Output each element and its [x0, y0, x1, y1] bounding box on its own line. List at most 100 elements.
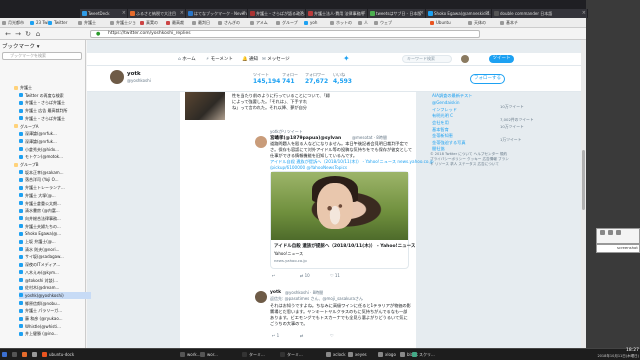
bookmark-item[interactable]: 真実の — [140, 19, 158, 27]
tweet-photo[interactable] — [185, 92, 225, 120]
sidebar-item[interactable]: 弁護士夫婦たちの... — [19, 223, 91, 230]
back-button[interactable]: ← — [4, 30, 12, 38]
taskbar-item[interactable]: ubuntu-dock — [42, 350, 74, 359]
card-title[interactable]: アイドル自殺 遺族が提訴へ（2018/10/11(木)） - Yahoo!ニュー… — [274, 243, 415, 249]
sidebar-item[interactable]: 弁護士 — [14, 84, 86, 91]
sidebar-item[interactable]: 深澤論(@nrfuk... — [19, 138, 91, 145]
tab[interactable]: はてなブックマーク - Neverw... × — [186, 9, 248, 18]
sidebar-item[interactable]: モトケン(@motok... — [19, 153, 91, 160]
close-icon[interactable]: × — [420, 9, 424, 18]
sidebar-item[interactable]: Shoko Egawa(@... — [19, 230, 91, 237]
retweet-icon[interactable]: ⇄ — [300, 333, 303, 338]
sidebar-item[interactable]: 弁護士 パラリーガ... — [19, 307, 91, 314]
taskbar-item[interactable]: xlogo — [378, 350, 396, 359]
retweet-icon[interactable]: ⇄ 10 — [300, 273, 310, 278]
sidebar-heading[interactable]: ブックマーク ▾ — [2, 42, 40, 50]
sidebar-item[interactable]: 佐村木(@dream... — [19, 284, 91, 291]
bookmark-item[interactable]: 最判日 — [192, 19, 210, 27]
bookmark-item[interactable]: 人 — [358, 19, 368, 27]
profile-stat[interactable]: フォロワー 27,672 — [305, 72, 328, 85]
tab[interactable]: 弁護士法人·費用 法律事務所 × — [306, 9, 368, 18]
bookmark-item[interactable]: 弁護士 — [78, 19, 96, 27]
bookmark-item[interactable]: ホットの — [330, 19, 352, 27]
trend-link[interactable]: 有明光明 C — [432, 113, 453, 119]
bookmark-item[interactable]: 基本チ — [500, 19, 518, 27]
bookmark-item[interactable]: Twitter — [48, 19, 67, 27]
profile-stat[interactable]: フォロー 741 — [282, 72, 298, 85]
sidebar-item[interactable]: 井上健勝 (@ino... — [19, 330, 91, 337]
trend-link[interactable]: AIA調査の最新テスト — [432, 93, 472, 99]
sidebar-item[interactable]: 弁護士 広告 最高裁判所 — [19, 107, 91, 114]
reply-icon[interactable]: ↩ 1 — [272, 333, 279, 338]
profile-stat[interactable]: ツイート 145,194 — [253, 72, 280, 85]
sidebar-item[interactable]: 弁護士トレーランナ... — [19, 184, 91, 191]
trend-link[interactable]: 会社を用 — [432, 120, 449, 126]
sidebar-item[interactable]: グループB — [14, 161, 86, 168]
sidebar-item[interactable]: サイ坂(@sadagaw... — [19, 253, 91, 260]
sidebar-item[interactable]: 落合洋司 (Yoji O... — [19, 176, 91, 183]
tweet-button[interactable]: ツイート — [489, 55, 514, 63]
tab[interactable]: double commander 日本語 × — [492, 9, 588, 18]
sidebar-item[interactable]: 弁護士 大塚(@... — [19, 192, 91, 199]
tab[interactable]: tweetsはサブ日 - 日本版 × — [368, 9, 426, 18]
taskbar-item[interactable] — [2, 350, 9, 359]
trend-link[interactable]: 金帯新知恵 — [432, 133, 453, 139]
sidebar-item[interactable]: Twitter の再度な検索 — [19, 92, 91, 99]
trend-link[interactable]: 間社協 — [432, 146, 445, 152]
bookmark-item[interactable]: ウェブ — [374, 19, 392, 27]
bookmark-item[interactable]: さんぎの — [218, 19, 240, 27]
sidebar-item[interactable]: 清水 則夫(@nori... — [19, 246, 91, 253]
sidebar-item[interactable]: 弁護士・さらば弁護士 — [19, 99, 91, 106]
bookmark-item[interactable]: 最高裁 — [166, 19, 184, 27]
sidebar-item[interactable]: 深夜のITメディア... — [19, 261, 91, 268]
bookmark-item[interactable]: 月光都市 — [2, 19, 24, 27]
close-icon[interactable]: × — [300, 9, 304, 18]
sidebar-item[interactable]: 清水書房 (@内富... — [19, 207, 91, 214]
sidebar-item[interactable]: @tokoshi 対談(... — [19, 277, 91, 284]
bookmark-item[interactable]: 弁護士ジョ — [110, 19, 136, 27]
sidebar-item[interactable]: 坂本正幸(@sakam... — [19, 169, 91, 176]
tab[interactable]: ふるさと納税で大注目 × — [128, 9, 186, 18]
bookmark-item[interactable]: yoh — [304, 19, 317, 27]
sidebar-item[interactable]: yoshk(@yoshkoshi) — [19, 291, 91, 299]
profile-stat[interactable]: いいね 4,593 — [333, 72, 352, 85]
taskbar-item[interactable] — [32, 350, 39, 359]
close-icon[interactable]: × — [242, 9, 246, 18]
twitter-nav-lightning[interactable]: ⚡ モーメント — [206, 56, 233, 62]
avatar[interactable] — [255, 291, 267, 303]
avatar[interactable] — [461, 55, 469, 63]
sidebar-item[interactable]: 郷原信郎(@nobu... — [19, 300, 91, 307]
twitter-nav-bell[interactable]: 🔔 通知 — [242, 56, 258, 62]
profile-avatar[interactable] — [110, 70, 124, 84]
forward-button[interactable]: → — [14, 30, 22, 38]
twitter-nav-mail[interactable]: ✉ メッセージ — [262, 56, 290, 62]
sidebar-item[interactable]: 上坂 弁護士(@... — [19, 238, 91, 245]
tab[interactable]: TweetDeck × — [80, 9, 128, 18]
footer-links[interactable]: © 2018 Twitter について ヘルプセンター 規約 プライバシーポリシ… — [430, 152, 510, 167]
reply-to[interactable]: 返信先: @pasotimes さん、@moji_sasakuraさん — [270, 296, 363, 302]
follow-button[interactable]: フォローする — [470, 74, 505, 84]
url-text[interactable]: https://twitter.com/yoshkoshi_replies — [108, 31, 191, 36]
sidebar-item[interactable]: 八木えみ(@kym... — [19, 269, 91, 276]
bookmark-item[interactable]: Ubuntu — [430, 19, 451, 27]
tab[interactable]: Shoko Egawa(@amneskidid... × — [426, 9, 492, 18]
reload-button[interactable]: ↻ — [24, 30, 32, 38]
close-icon[interactable]: × — [486, 9, 490, 18]
taskbar-item[interactable]: wor... — [200, 350, 218, 359]
tab[interactable]: 弁護士・さらばが語る政治... × — [248, 9, 306, 18]
sidebar-item[interactable]: Whistle(@whisti... — [19, 323, 91, 330]
scrollbar-thumb[interactable] — [582, 150, 585, 210]
bookmark-item[interactable]: 天体の — [468, 19, 486, 27]
sidebar-item[interactable]: グループA — [14, 123, 86, 130]
close-icon[interactable]: × — [362, 9, 366, 18]
sidebar-item[interactable]: 深澤論(@nrfuk... — [19, 130, 91, 137]
twitter-bird-icon[interactable]: ✦ — [343, 55, 351, 63]
taskbar-item[interactable]: ターミ... — [280, 350, 303, 359]
close-icon[interactable]: × — [122, 9, 126, 18]
bookmark-item[interactable]: グループ — [276, 19, 298, 27]
close-icon[interactable]: × — [582, 9, 586, 18]
profile-name[interactable]: yotk — [127, 71, 141, 77]
taskbar-item[interactable]: work... — [180, 350, 201, 359]
tweet-author[interactable]: yotk — [270, 290, 281, 295]
sidebar-item[interactable]: 藤 和彦 (@ryukao... — [19, 315, 91, 322]
